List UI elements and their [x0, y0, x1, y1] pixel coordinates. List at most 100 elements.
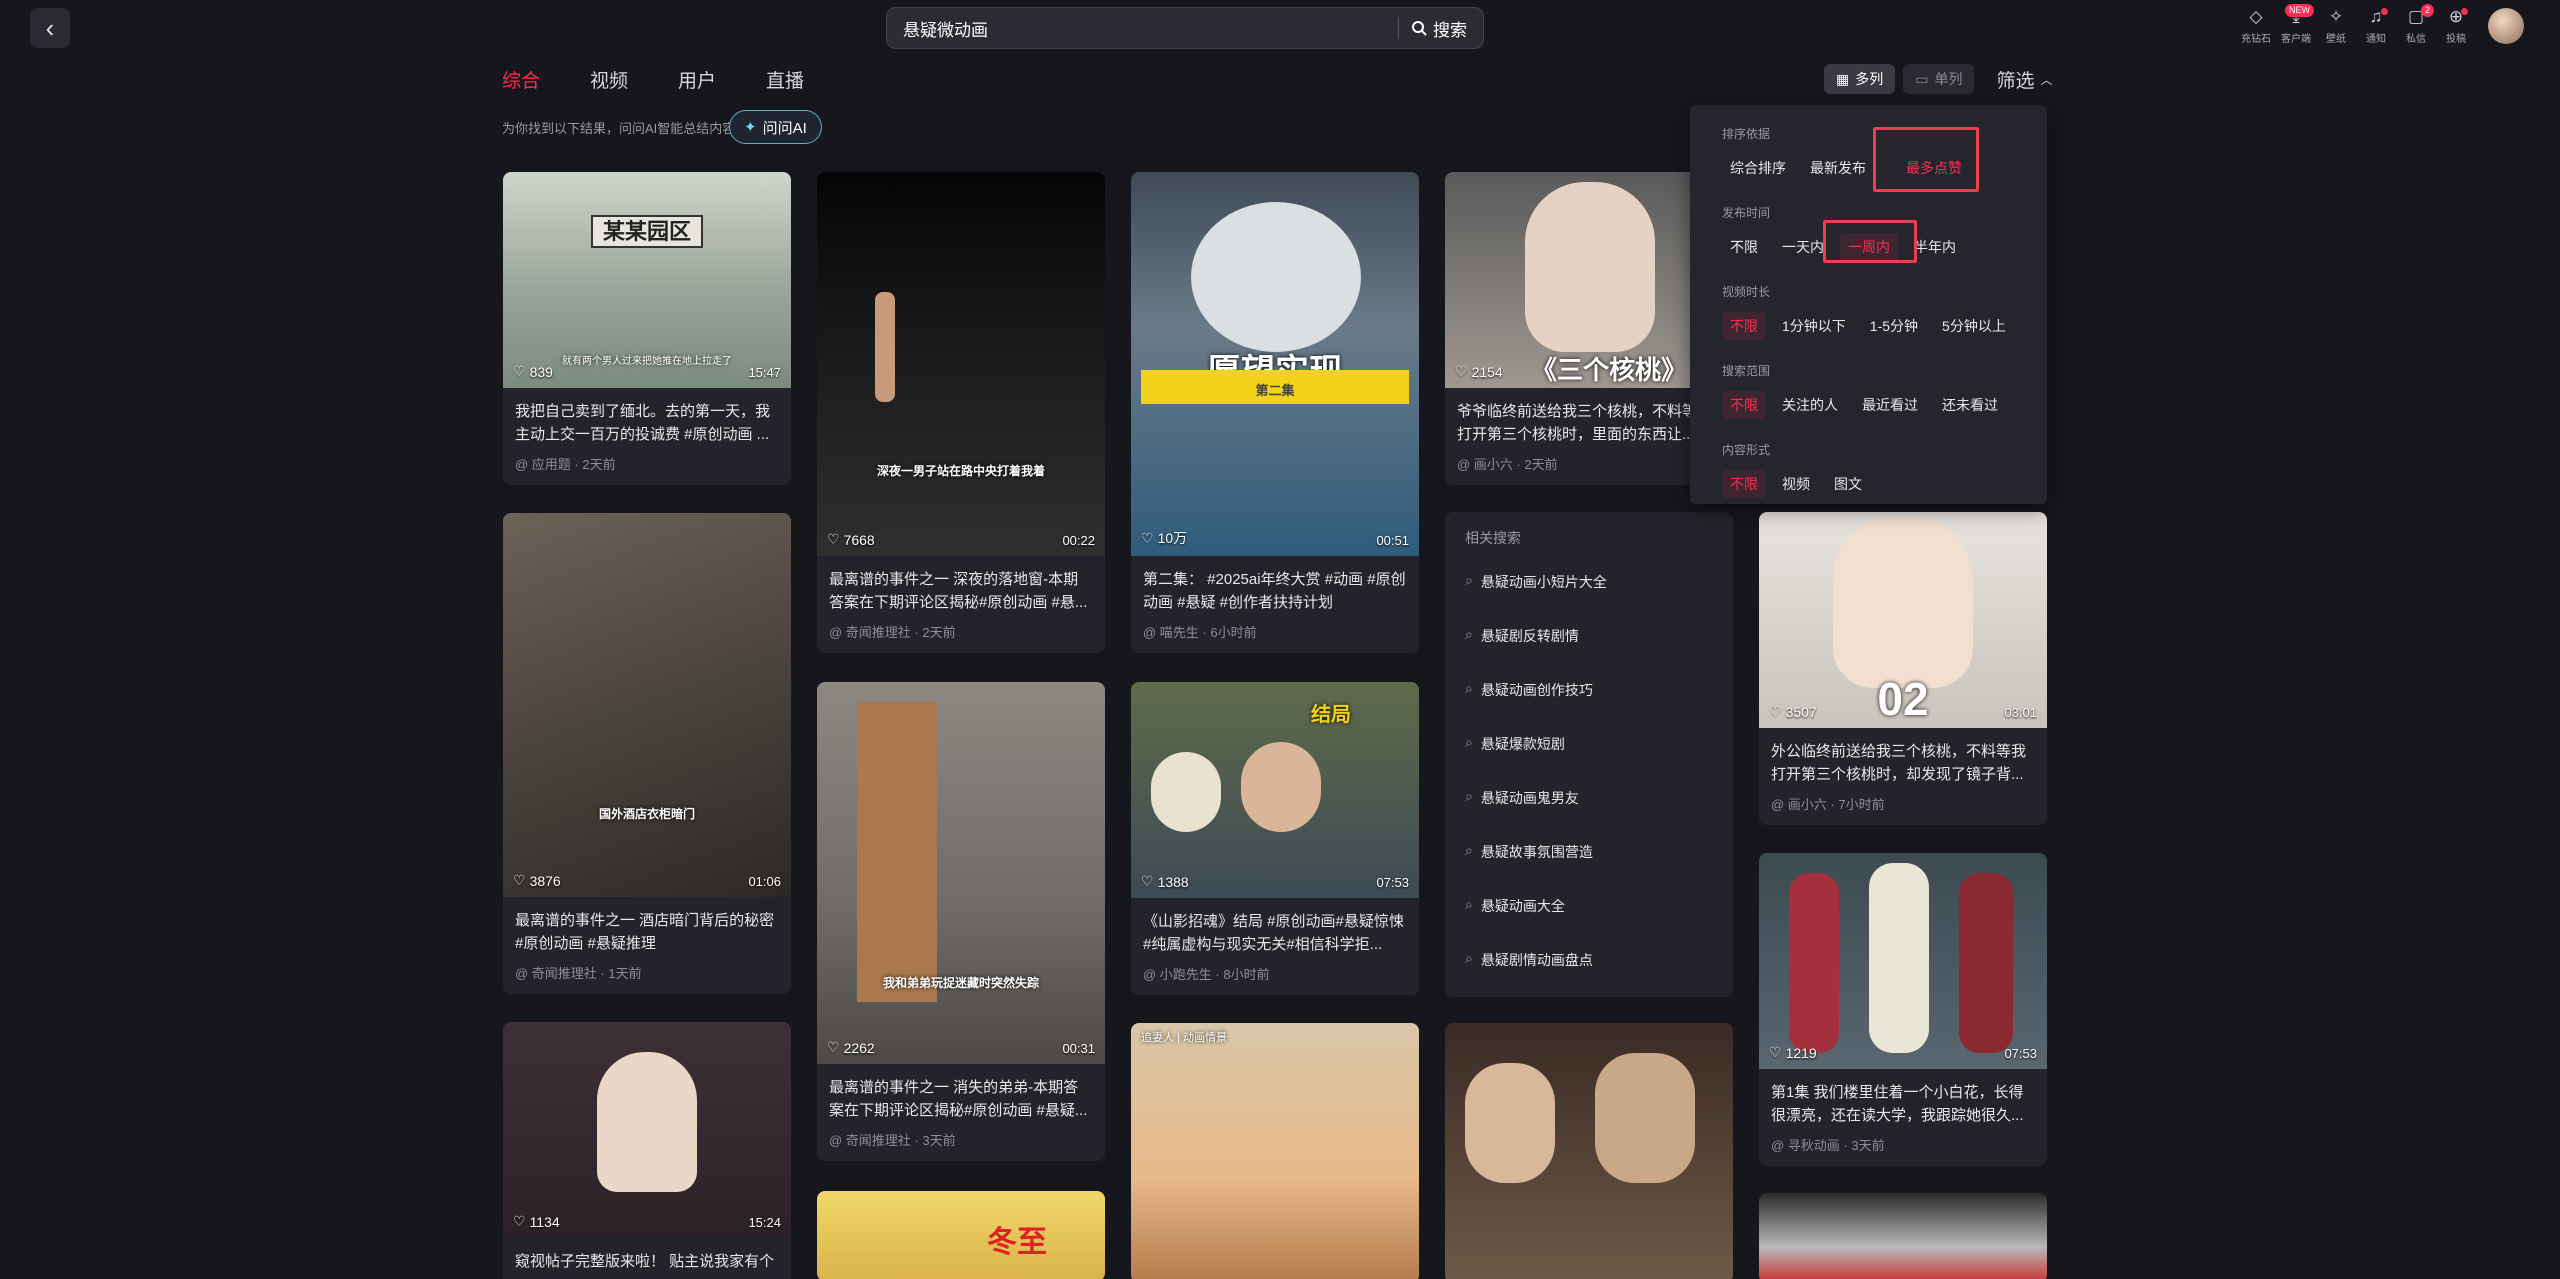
video-author[interactable]: @ 奇闻推理社 · 1天前	[503, 955, 791, 994]
sort-option-comprehensive[interactable]: 综合排序	[1722, 154, 1794, 182]
back-button[interactable]: ‹	[30, 8, 70, 48]
scope-option-following[interactable]: 关注的人	[1774, 391, 1846, 419]
filter-button[interactable]: 筛选 ︿	[1996, 66, 2052, 93]
related-search-item[interactable]: ⌕ 悬疑动画创作技巧	[1465, 680, 1713, 734]
video-author[interactable]: @ 喵先生 · 6小时前	[1131, 614, 1419, 653]
like-count: ♡ 839	[513, 363, 553, 380]
related-search-item[interactable]: ⌕ 悬疑爆款短剧	[1465, 734, 1713, 788]
video-thumbnail[interactable]: 我和弟弟玩捉迷藏时突然失踪 ♡ 2262 00:31	[817, 682, 1105, 1064]
video-duration: 03:01	[2004, 705, 2037, 720]
scope-option-not-viewed[interactable]: 还未看过	[1934, 391, 2006, 419]
bull-figure	[1191, 202, 1361, 352]
message-button[interactable]: ▢ 2 私信	[2402, 4, 2434, 45]
message-badge: 2	[2420, 4, 2434, 17]
video-thumbnail[interactable]: 愿望实现 第二集 ♡10万 00:51	[1131, 172, 1419, 556]
video-card[interactable]: ♡ 1219 07:53 第1集 我们楼里住着一个小白花，长得很漂亮，还在读大学，…	[1759, 853, 2047, 1166]
scope-option-any[interactable]: 不限	[1722, 391, 1766, 419]
download-client-button[interactable]: ⤓NEW客户端	[2281, 4, 2314, 45]
related-search-item[interactable]: ⌕ 悬疑剧反转剧情	[1465, 626, 1713, 680]
video-title[interactable]: 最离谱的事件之一 消失的弟弟-本期答案在下期评论区揭秘#原创动画 #悬疑...	[817, 1064, 1105, 1122]
video-thumbnail[interactable]: ♡ 1219 07:53	[1759, 853, 2047, 1069]
video-card[interactable]: 某某园区 就有两个男人过来把她推在地上拉走了 ♡ 839 15:47 我把自己卖到…	[503, 172, 791, 485]
upload-button[interactable]: ⊕ 投稿	[2442, 6, 2470, 45]
video-card[interactable]: 国外酒店衣柜暗门 ♡ 3876 01:06 最离谱的事件之一 酒店暗门背后的秘密 …	[503, 513, 791, 994]
video-title[interactable]: 外公临终前送给我三个核桃，不料等我打开第三个核桃时，却发现了镜子背...	[1759, 728, 2047, 786]
video-thumbnail[interactable]	[1445, 1023, 1733, 1279]
content-option-image-text[interactable]: 图文	[1826, 470, 1870, 498]
video-title[interactable]: 第二集： #2025ai年终大赏 #动画 #原创动画 #悬疑 #创作者扶持计划	[1131, 556, 1419, 614]
notification-button[interactable]: ♫ 通知	[2362, 6, 2390, 45]
video-thumbnail[interactable]	[1759, 1193, 2047, 1279]
search-icon: ⌕	[1465, 680, 1473, 696]
video-author[interactable]: @ 奇闻推理社 · 3天前	[817, 1122, 1105, 1161]
single-column-button[interactable]: ▭ 单列	[1903, 64, 1975, 94]
video-author[interactable]: @ 寻秋动画 · 3天前	[1759, 1127, 2047, 1166]
tab-live[interactable]: 直播	[766, 66, 804, 101]
related-search-item[interactable]: ⌕ 悬疑故事氛围营造	[1465, 842, 1713, 896]
video-title[interactable]: 我把自己卖到了缅北。去的第一天，我主动上交一百万的投诚费 #原创动画 ...	[503, 388, 791, 446]
video-author[interactable]: @ 奇闻推理社 · 2天前	[817, 614, 1105, 653]
search-button[interactable]: 搜索	[1399, 16, 1483, 41]
avatar[interactable]	[2488, 8, 2524, 44]
related-search-item[interactable]: ⌕ 悬疑动画小短片大全	[1465, 572, 1713, 626]
duration-option-over-5min[interactable]: 5分钟以上	[1934, 312, 2014, 340]
like-count: ♡ 1134	[513, 1213, 560, 1230]
content-option-video[interactable]: 视频	[1774, 470, 1818, 498]
video-author[interactable]: @ 小跑先生 · 8小时前	[1131, 956, 1419, 995]
video-card[interactable]	[1445, 1023, 1733, 1279]
content-option-any[interactable]: 不限	[1722, 470, 1766, 498]
video-thumbnail[interactable]: 冬至	[817, 1191, 1105, 1279]
wallpaper-icon: ✧	[2328, 7, 2344, 26]
video-title[interactable]: 第1集 我们楼里住着一个小白花，长得很漂亮，还在读大学，我跟踪她很久...	[1759, 1069, 2047, 1127]
related-search-item[interactable]: ⌕ 悬疑剧情动画盘点	[1465, 950, 1713, 1004]
thumbnail-subtitle: 第二集	[1255, 383, 1295, 398]
search-icon: ⌕	[1465, 896, 1473, 912]
video-thumbnail[interactable]: ♡ 1134 15:24	[503, 1022, 791, 1238]
video-author[interactable]: @ 画小六 · 7小时前	[1759, 786, 2047, 825]
video-card[interactable]: 结局 ♡ 1388 07:53 《山影招魂》结局 #原创动画#悬疑惊悚#纯属虚构与…	[1131, 682, 1419, 995]
video-thumbnail[interactable]: 02 ♡ 3507 03:01	[1759, 512, 2047, 728]
search-input[interactable]	[887, 8, 1398, 48]
video-card[interactable]: 冬至	[817, 1191, 1105, 1279]
view-toggle: ▦ 多列 ▭ 单列 筛选 ︿	[1824, 64, 2053, 94]
tab-comprehensive[interactable]: 综合	[502, 66, 540, 101]
search-icon: ⌕	[1465, 950, 1473, 966]
video-card[interactable]: ♡ 1134 15:24 窥视帖子完整版来啦！ 贴主说我家有个	[503, 1022, 791, 1279]
tab-video[interactable]: 视频	[590, 66, 628, 101]
character-figure	[1525, 182, 1655, 352]
video-card[interactable]	[1759, 1193, 2047, 1279]
video-thumbnail[interactable]: 某某园区 就有两个男人过来把她推在地上拉走了 ♡ 839 15:47	[503, 172, 791, 388]
video-thumbnail[interactable]: 国外酒店衣柜暗门 ♡ 3876 01:06	[503, 513, 791, 897]
multi-column-button[interactable]: ▦ 多列	[1824, 64, 1896, 94]
video-duration: 15:47	[748, 365, 781, 380]
sort-option-latest[interactable]: 最新发布	[1802, 154, 1874, 182]
ask-ai-button[interactable]: ✦ 问问AI	[729, 110, 822, 144]
character-figure	[1789, 873, 1839, 1053]
diamond-button[interactable]: ◇ 充钻石	[2241, 6, 2271, 45]
video-card[interactable]: 02 ♡ 3507 03:01 外公临终前送给我三个核桃，不料等我打开第三个核桃时…	[1759, 512, 2047, 825]
time-option-any[interactable]: 不限	[1722, 233, 1766, 261]
video-thumbnail[interactable]: 追妻人 | 动画情景	[1131, 1023, 1419, 1279]
related-search-item[interactable]: ⌕ 悬疑动画大全	[1465, 896, 1713, 950]
video-author[interactable]: @ 应用题 · 2天前	[503, 446, 791, 485]
video-thumbnail[interactable]: 结局 ♡ 1388 07:53	[1131, 682, 1419, 898]
video-card[interactable]: 我和弟弟玩捉迷藏时突然失踪 ♡ 2262 00:31 最离谱的事件之一 消失的弟弟…	[817, 682, 1105, 1161]
video-title[interactable]: 最离谱的事件之一 酒店暗门背后的秘密 #原创动画 #悬疑推理	[503, 897, 791, 955]
tab-user[interactable]: 用户	[678, 66, 716, 101]
video-thumbnail[interactable]: 深夜一男子站在路中央打着我着 ♡ 7668 00:22	[817, 172, 1105, 556]
video-title[interactable]: 窥视帖子完整版来啦！ 贴主说我家有个	[503, 1238, 791, 1279]
related-search-item[interactable]: ⌕ 悬疑动画鬼男友	[1465, 788, 1713, 842]
video-duration: 00:22	[1062, 533, 1095, 548]
character-figure	[1241, 742, 1321, 832]
video-card[interactable]: 深夜一男子站在路中央打着我着 ♡ 7668 00:22 最离谱的事件之一 深夜的落…	[817, 172, 1105, 653]
video-title[interactable]: 《山影招魂》结局 #原创动画#悬疑惊悚#纯属虚构与现实无关#相信科学拒...	[1131, 898, 1419, 956]
video-card[interactable]: 追妻人 | 动画情景	[1131, 1023, 1419, 1279]
like-count: ♡ 1219	[1769, 1044, 1817, 1061]
wallpaper-button[interactable]: ✧ 壁纸	[2322, 6, 2350, 45]
duration-option-1-5min[interactable]: 1-5分钟	[1862, 312, 1926, 340]
duration-option-under-1min[interactable]: 1分钟以下	[1774, 312, 1854, 340]
video-title[interactable]: 最离谱的事件之一 深夜的落地窗-本期答案在下期评论区揭秘#原创动画 #悬...	[817, 556, 1105, 614]
video-card[interactable]: 愿望实现 第二集 ♡10万 00:51 第二集： #2025ai年终大赏 #动画…	[1131, 172, 1419, 653]
duration-option-any[interactable]: 不限	[1722, 312, 1766, 340]
scope-option-recently-viewed[interactable]: 最近看过	[1854, 391, 1926, 419]
